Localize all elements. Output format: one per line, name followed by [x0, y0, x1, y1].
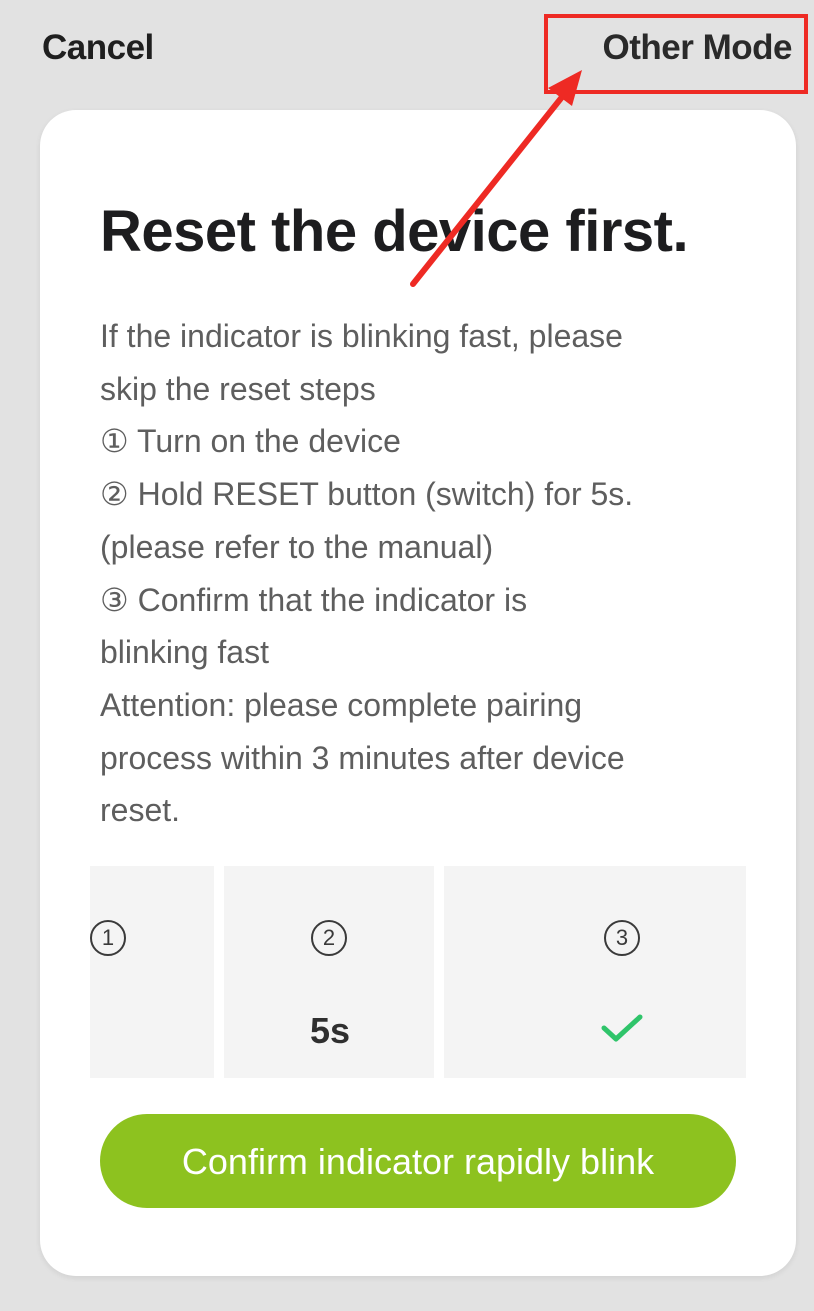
step-3-panel: 3 — [444, 866, 746, 1078]
confirm-indicator-button[interactable]: Confirm indicator rapidly blink — [100, 1114, 736, 1208]
reset-instructions-card: Reset the device first. If the indicator… — [40, 110, 796, 1276]
instruction-line: ③ Confirm that the indicator is — [100, 581, 528, 618]
step-number-1: 1 — [90, 920, 126, 956]
instruction-line: Attention: please complete pairing — [100, 686, 583, 723]
annotation-highlight-box — [544, 14, 808, 94]
instruction-line: ② Hold RESET button (switch) for 5s. — [100, 476, 634, 513]
instruction-line: skip the reset steps — [100, 370, 376, 407]
instruction-line: ① Turn on the device — [100, 423, 401, 460]
step-2-duration: 5s — [310, 1010, 351, 1051]
step-1-panel: 1 — [90, 866, 214, 1078]
instruction-line: (please refer to the manual) — [100, 528, 494, 565]
instructions-text: If the indicator is blinking fast, pleas… — [100, 310, 740, 837]
cancel-button[interactable]: Cancel — [42, 28, 154, 68]
step-number-2: 2 — [311, 920, 347, 956]
page-title: Reset the device first. — [100, 199, 689, 264]
instruction-line: process within 3 minutes after device — [100, 739, 625, 776]
step-illustrations: 1 2 5s 3 — [90, 866, 746, 1078]
step-number-3: 3 — [604, 920, 640, 956]
instruction-line: If the indicator is blinking fast, pleas… — [100, 318, 623, 354]
instruction-line: blinking fast — [100, 634, 269, 671]
check-icon — [601, 1014, 643, 1042]
step-2-panel: 2 5s — [224, 866, 434, 1078]
instruction-line: reset. — [100, 792, 181, 829]
